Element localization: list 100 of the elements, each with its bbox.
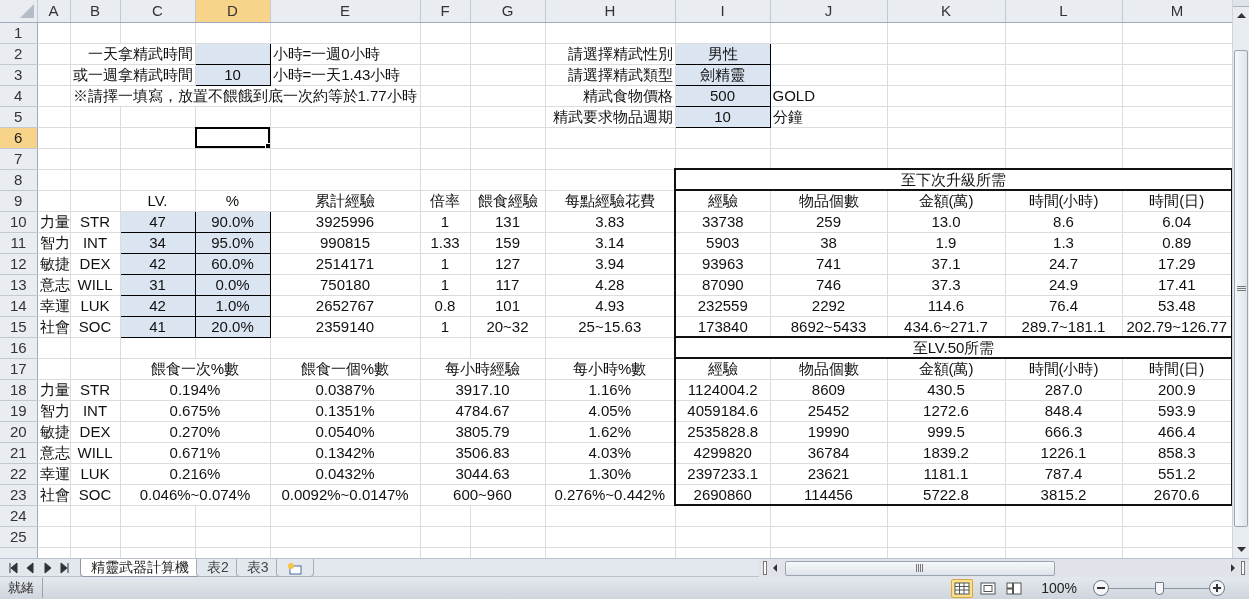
table-cell: 25452 (770, 400, 887, 421)
column-header[interactable]: K (887, 0, 1005, 22)
table-cell: 經驗 (675, 190, 770, 211)
split-handle-icon (1241, 561, 1245, 575)
table-cell: 每小時%數 (545, 358, 675, 379)
table-cell: 848.4 (1005, 400, 1122, 421)
table-cell: 2652767 (270, 295, 420, 316)
table-cell: DEX (70, 421, 120, 442)
row-header[interactable]: 7 (0, 148, 37, 169)
table-cell: 1272.6 (887, 400, 1005, 421)
table-cell: SOC (70, 316, 120, 337)
new-sheet-icon (286, 562, 303, 577)
row-header[interactable]: 12 (0, 253, 37, 274)
horizontal-scrollbar[interactable] (759, 559, 1249, 577)
table-cell: 精武要求物品週期 (545, 106, 675, 127)
column-header[interactable]: M (1122, 0, 1232, 22)
row-header[interactable]: 5 (0, 106, 37, 127)
row-header[interactable]: 14 (0, 295, 37, 316)
status-text: 就緒 (8, 578, 43, 598)
row-header[interactable]: 24 (0, 505, 37, 526)
table-cell: 請選擇精武性別 (545, 43, 675, 64)
zoom-in-button[interactable] (1209, 580, 1225, 596)
normal-view-button[interactable] (951, 578, 974, 598)
table-cell: 分鐘 (770, 106, 887, 127)
table-cell: 8609 (770, 379, 887, 400)
table-cell: 餵食一次%數 (120, 358, 270, 379)
table-cell: 434.6~271.7 (887, 316, 1005, 337)
table-cell: 1.62% (545, 421, 675, 442)
table-cell: 8.6 (1005, 211, 1122, 232)
row-header[interactable]: 8 (0, 169, 37, 190)
column-header[interactable]: C (120, 0, 195, 22)
column-header[interactable]: B (70, 0, 120, 22)
table-cell: 社會 (37, 316, 70, 337)
row-header[interactable]: 11 (0, 232, 37, 253)
row-header[interactable]: 2 (0, 43, 37, 64)
row-header[interactable]: 25 (0, 526, 37, 547)
row-header[interactable]: 10 (0, 211, 37, 232)
column-header[interactable]: G (470, 0, 545, 22)
column-header[interactable]: D (195, 0, 270, 22)
table-cell: 36784 (770, 442, 887, 463)
split-handle-icon (763, 561, 767, 575)
table-cell: 或一週拿精武時間 (70, 64, 195, 85)
table-cell: 93963 (675, 253, 770, 274)
row-header[interactable]: 19 (0, 400, 37, 421)
up-arrow-icon (1236, 13, 1246, 18)
column-header[interactable]: I (675, 0, 770, 22)
table-cell: 999.5 (887, 421, 1005, 442)
row-header[interactable]: 23 (0, 484, 37, 505)
scroll-thumb[interactable] (1234, 50, 1248, 527)
table-cell: 232559 (675, 295, 770, 316)
row-header[interactable]: 13 (0, 274, 37, 295)
table-cell: STR (70, 379, 120, 400)
scroll-thumb[interactable] (785, 560, 1055, 576)
vertical-scrollbar[interactable] (1232, 0, 1249, 558)
row-header[interactable]: 16 (0, 337, 37, 358)
column-header[interactable]: F (420, 0, 470, 22)
table-cell: 幸運 (37, 295, 70, 316)
row-header[interactable]: 22 (0, 463, 37, 484)
split-handle[interactable] (1233, 0, 1249, 7)
row-header[interactable]: 21 (0, 442, 37, 463)
column-header[interactable]: J (770, 0, 887, 22)
table-cell: 小時=一週0小時 (270, 43, 420, 64)
table-cell: 1 (420, 274, 470, 295)
table-cell: 114.6 (887, 295, 1005, 316)
table-cell: 1 (420, 211, 470, 232)
table-cell: 0.8 (420, 295, 470, 316)
row-header[interactable]: 17 (0, 358, 37, 379)
table-cell: 小時=一天1.43小時 (270, 64, 420, 85)
table-cell: 倍率 (420, 190, 470, 211)
table-cell: SOC (70, 484, 120, 505)
row-header[interactable]: 4 (0, 85, 37, 106)
column-header[interactable]: A (37, 0, 70, 22)
table-cell: 289.7~181.1 (1005, 316, 1122, 337)
row-header[interactable]: 18 (0, 379, 37, 400)
row-header[interactable]: 20 (0, 421, 37, 442)
column-header[interactable]: H (545, 0, 675, 22)
row-header[interactable]: 1 (0, 22, 37, 43)
column-header[interactable]: L (1005, 0, 1122, 22)
table-cell: ※請擇一填寫，放置不餵餓到底一次約等於1.77小時 (70, 85, 420, 106)
zoom-out-button[interactable] (1093, 580, 1109, 596)
table-cell: 0.0387% (270, 379, 420, 400)
plus-icon (1213, 584, 1221, 592)
table-cell: 精武食物價格 (545, 85, 675, 106)
table-cell: 87090 (675, 274, 770, 295)
row-header[interactable]: 9 (0, 190, 37, 211)
table-cell: 1.33 (420, 232, 470, 253)
zoom-level[interactable]: 100% (1041, 577, 1077, 599)
row-header[interactable]: 6 (0, 127, 37, 148)
slider-thumb[interactable] (1155, 581, 1164, 595)
table-cell: 敏捷 (37, 421, 70, 442)
table-cell: 2292 (770, 295, 887, 316)
row-header[interactable]: 15 (0, 316, 37, 337)
table-cell: 請選擇精武類型 (545, 64, 675, 85)
row-header[interactable]: 3 (0, 64, 37, 85)
table-cell: 173840 (675, 316, 770, 337)
active-cell[interactable] (195, 127, 270, 148)
last-sheet-icon[interactable] (58, 559, 72, 576)
table-cell: 13.0 (887, 211, 1005, 232)
table-cell: INT (70, 232, 120, 253)
column-header[interactable]: E (270, 0, 420, 22)
